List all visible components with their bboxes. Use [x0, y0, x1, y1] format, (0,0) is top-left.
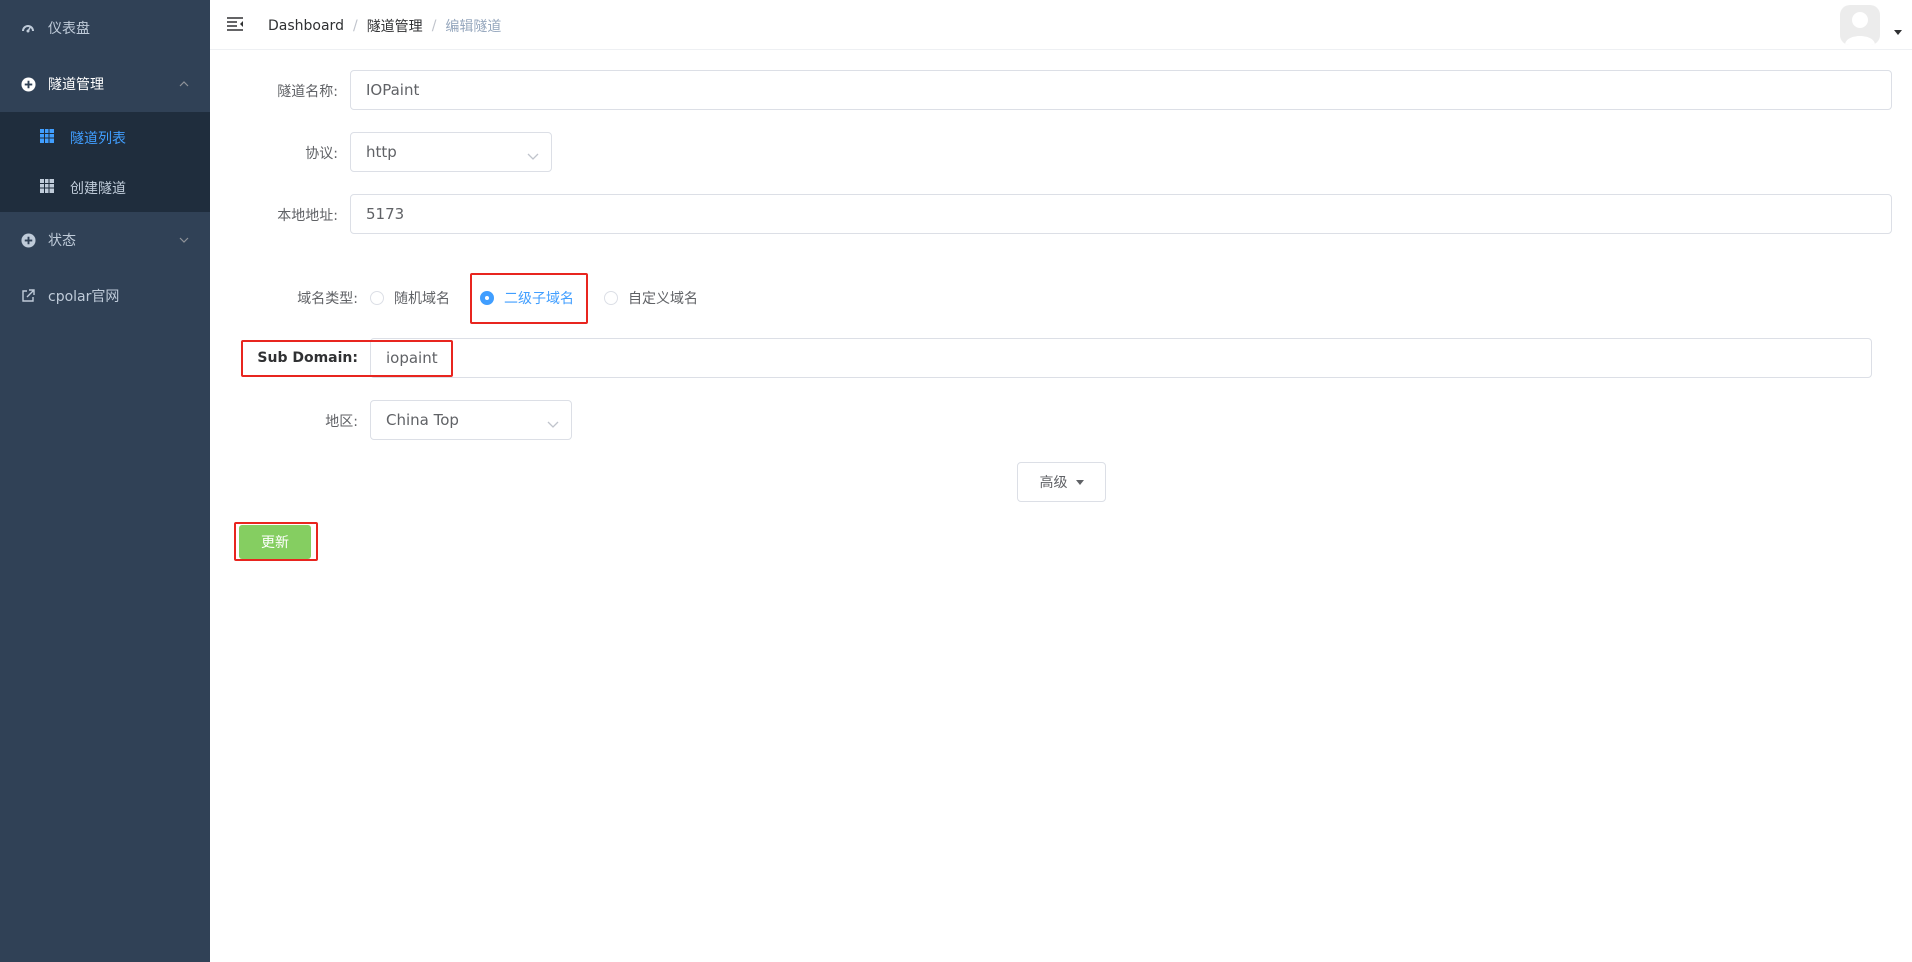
protocol-select[interactable]: http [350, 132, 552, 172]
breadcrumb: Dashboard / 隧道管理 / 编辑隧道 [268, 16, 501, 36]
radio-label: 自定义域名 [628, 291, 698, 307]
chevron-down-icon [547, 415, 559, 428]
chevron-down-icon [527, 147, 539, 160]
breadcrumb-dashboard[interactable]: Dashboard [268, 18, 344, 34]
hamburger-icon[interactable] [226, 16, 244, 32]
domain-type-label: 域名类型: [297, 291, 358, 307]
breadcrumb-separator: / [431, 18, 437, 34]
advanced-dropdown-button[interactable]: 高级 [1017, 462, 1106, 502]
sidebar-item-tunnel-list[interactable]: 隧道列表 [0, 112, 210, 162]
sidebar-item-cpolar-website[interactable]: cpolar官网 [0, 268, 210, 324]
sidebar-item-create-tunnel[interactable]: 创建隧道 [0, 162, 210, 212]
radio-label: 二级子域名 [504, 291, 574, 307]
plus-circle-icon [20, 76, 36, 92]
tunnel-submenu: 隧道列表 创建隧道 [0, 112, 210, 212]
radio-custom-domain[interactable]: 自定义域名 [604, 288, 698, 308]
sub-domain-input[interactable]: iopaint [370, 338, 1872, 378]
top-navbar: Dashboard / 隧道管理 / 编辑隧道 [210, 0, 1912, 50]
radio-circle [370, 291, 384, 305]
protocol-value: http [366, 143, 397, 161]
radio-random-domain[interactable]: 随机域名 [370, 288, 450, 308]
sidebar-item-label: cpolar官网 [48, 289, 120, 305]
update-label: 更新 [261, 535, 289, 551]
chevron-up-icon [178, 78, 190, 90]
caret-down-icon[interactable] [1894, 30, 1902, 35]
advanced-label: 高级 [1039, 475, 1068, 491]
region-value: China Top [386, 411, 459, 429]
protocol-label: 协议: [305, 146, 338, 162]
sidebar-item-label: 隧道管理 [48, 77, 104, 93]
sub-domain-value: iopaint [386, 349, 438, 367]
plus-circle-icon [20, 232, 36, 248]
radio-label: 随机域名 [394, 291, 450, 307]
sidebar-item-dashboard[interactable]: 仪表盘 [0, 0, 210, 56]
sidebar-item-label: 隧道列表 [70, 131, 126, 147]
update-button[interactable]: 更新 [239, 525, 311, 559]
region-select[interactable]: China Top [370, 400, 572, 440]
table-icon [40, 179, 54, 193]
sidebar-item-label: 仪表盘 [48, 21, 90, 37]
radio-second-level-subdomain[interactable]: 二级子域名 [480, 288, 574, 308]
sub-domain-label: Sub Domain: [257, 350, 358, 366]
region-label: 地区: [325, 414, 358, 430]
local-address-input[interactable]: 5173 [350, 194, 1892, 234]
sidebar: 仪表盘 隧道管理 隧道列表 创建隧道 状态 cpolar官网 [0, 0, 210, 962]
tunnel-name-input[interactable]: IOPaint [350, 70, 1892, 110]
avatar[interactable] [1840, 5, 1880, 45]
local-address-label: 本地地址: [277, 208, 338, 224]
chevron-down-icon [178, 234, 190, 246]
sidebar-item-label: 创建隧道 [70, 181, 126, 197]
radio-circle-checked [480, 291, 494, 305]
caret-down-icon [1075, 479, 1084, 485]
external-link-icon [20, 288, 36, 304]
breadcrumb-tunnel-management[interactable]: 隧道管理 [367, 16, 423, 36]
tunnel-name-value: IOPaint [366, 81, 420, 99]
breadcrumb-separator: / [352, 18, 358, 34]
radio-circle [604, 291, 618, 305]
tunnel-name-label: 隧道名称: [277, 84, 338, 100]
local-address-value: 5173 [366, 205, 405, 223]
breadcrumb-current: 编辑隧道 [445, 19, 502, 35]
app-root: 仪表盘 隧道管理 隧道列表 创建隧道 状态 cpolar官网 Dashboard… [0, 0, 1912, 962]
sidebar-item-tunnel-management[interactable]: 隧道管理 [0, 56, 210, 112]
sidebar-item-status[interactable]: 状态 [0, 212, 210, 268]
table-icon [40, 129, 54, 143]
dashboard-icon [20, 20, 36, 36]
sidebar-item-label: 状态 [48, 233, 76, 249]
